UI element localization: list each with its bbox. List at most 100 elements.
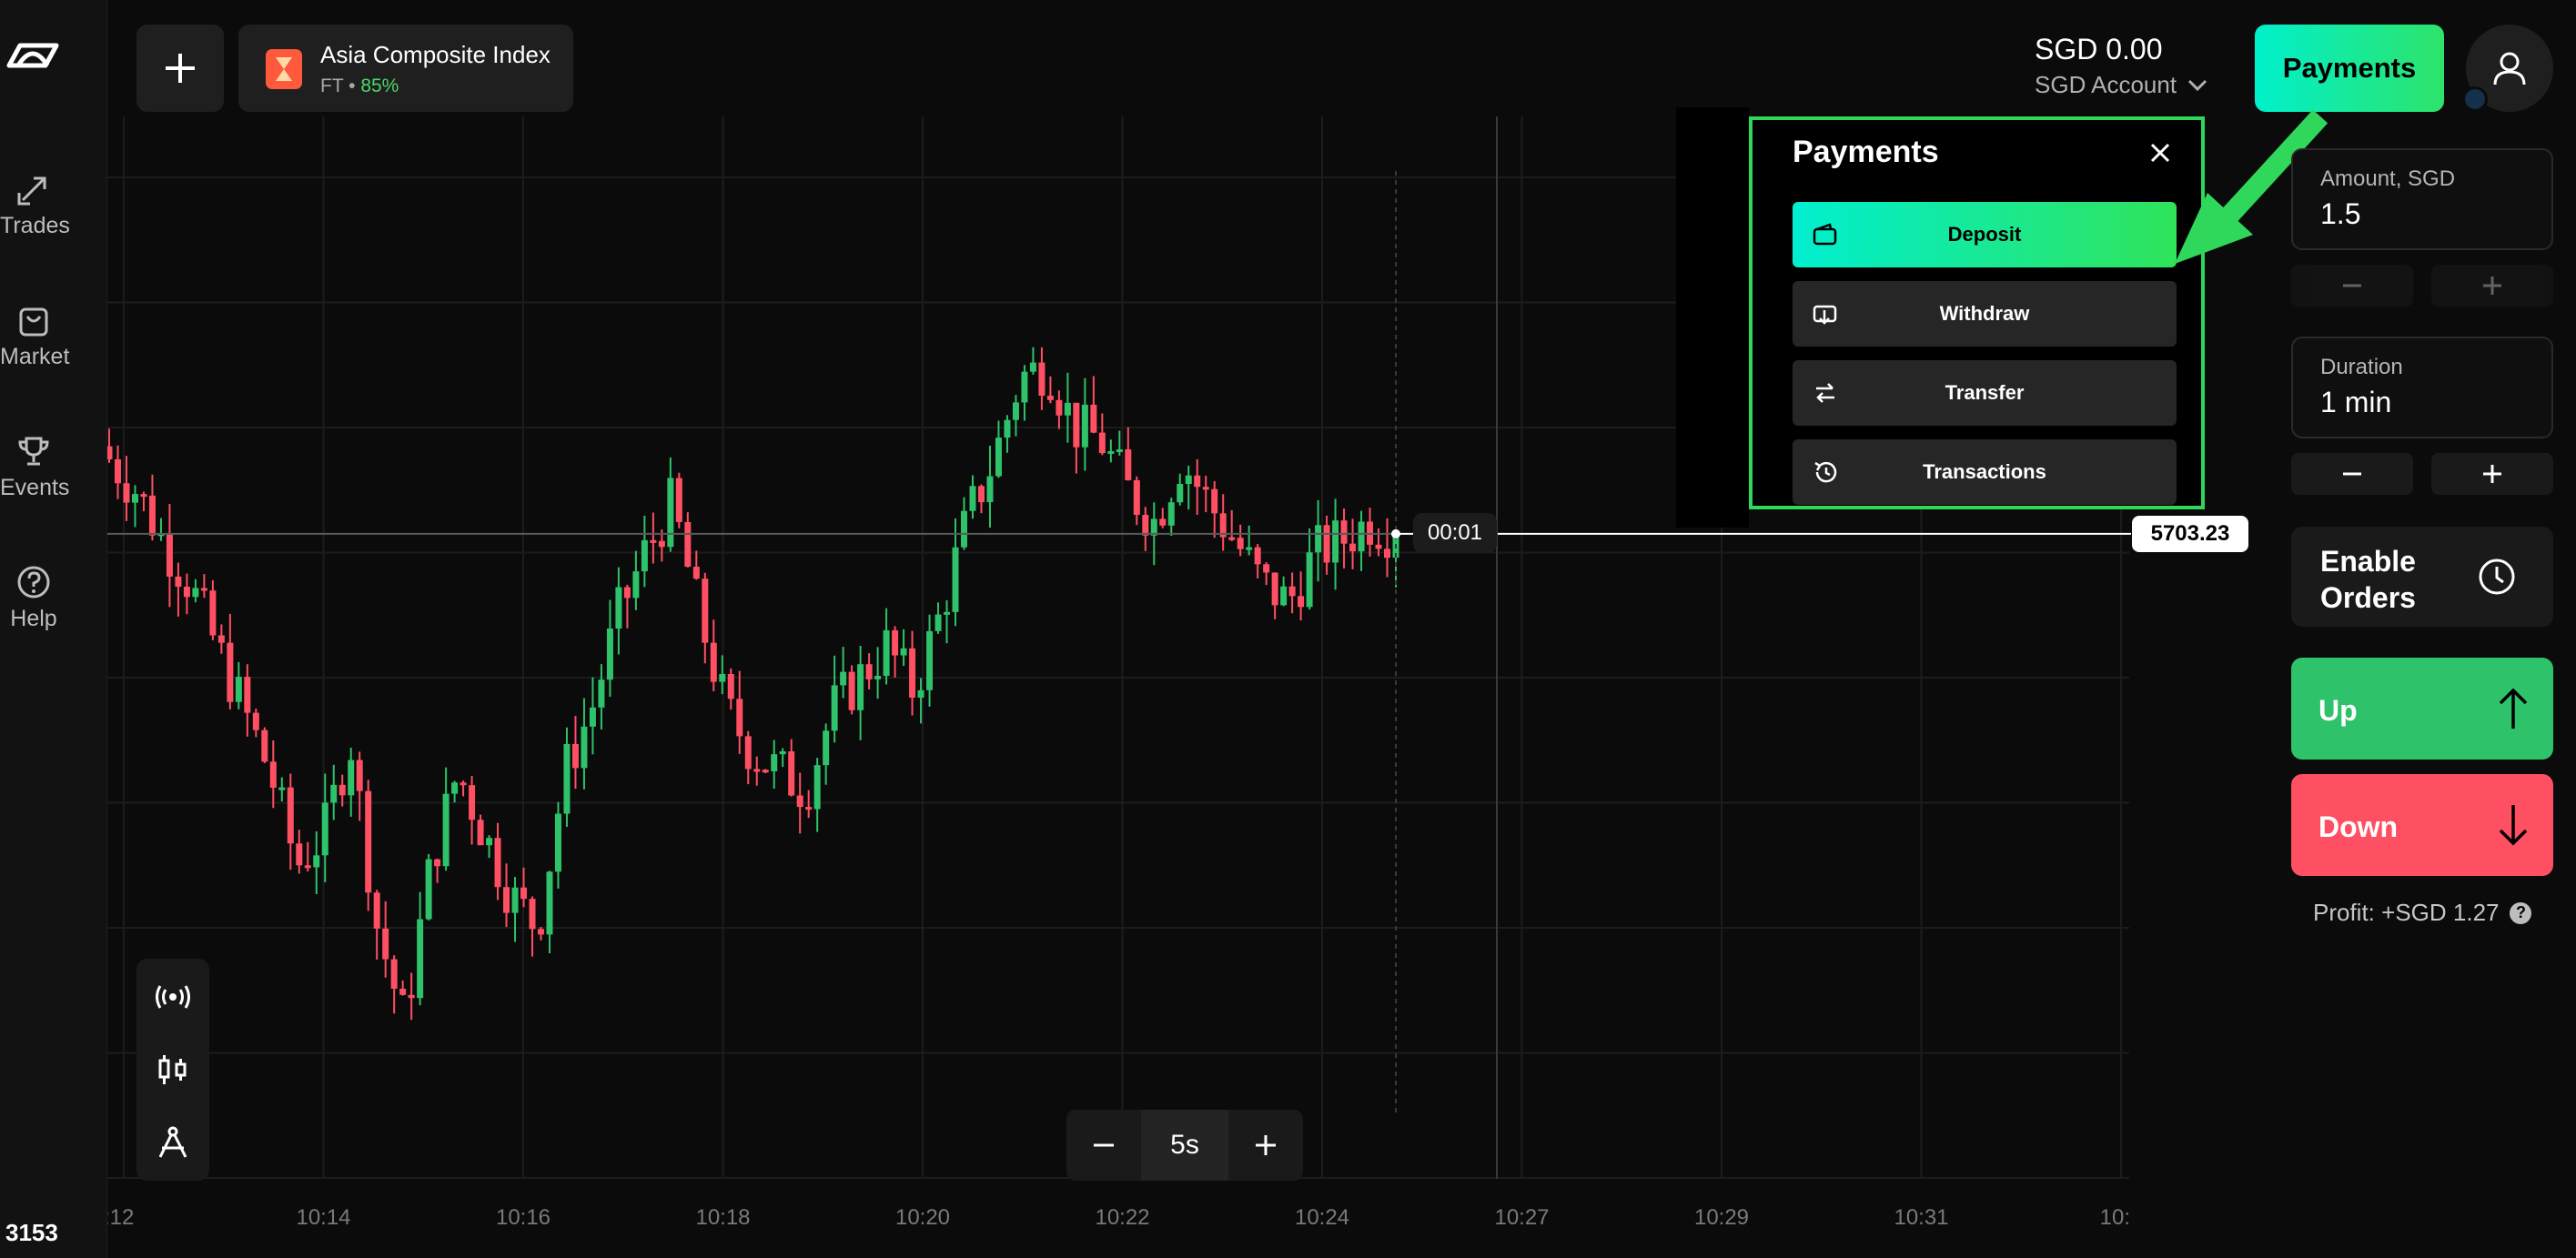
candle-body (477, 820, 484, 846)
sidebar-item-market[interactable]: Market (0, 302, 70, 370)
candle-body (1246, 547, 1253, 550)
zoom-out-button[interactable] (1066, 1110, 1141, 1181)
transfer-label: Transfer (1945, 381, 2025, 404)
candle-body (373, 892, 380, 929)
app-root: Trades Market Events Help 3153 Asia Comp… (0, 0, 2576, 1258)
candle-body (684, 521, 692, 568)
amount-label: Amount, SGD (2320, 166, 2456, 191)
candle-body (1090, 404, 1097, 433)
candle-body (736, 699, 743, 737)
candle-body (952, 547, 959, 612)
duration-increase-button[interactable] (2431, 453, 2553, 495)
signals-tool-button[interactable] (136, 961, 209, 1033)
candle-body (338, 784, 346, 796)
candle-body (1288, 586, 1296, 597)
amount-field[interactable]: Amount, SGD 1.5 (2291, 148, 2553, 250)
zoom-in-button[interactable] (1228, 1110, 1303, 1181)
candle-body (1125, 448, 1132, 480)
candle-body (823, 730, 830, 766)
payments-panel: Payments Deposit Withdraw Transfer Trans… (1749, 116, 2205, 509)
brand-logo-icon[interactable] (4, 40, 62, 71)
candle-body (779, 750, 786, 755)
account-selector[interactable]: SGD Account (2035, 71, 2207, 99)
transactions-button[interactable]: Transactions (1793, 439, 2177, 505)
candle-body (469, 785, 476, 820)
candle-body (494, 838, 501, 888)
avatar-status-badge (2462, 86, 2488, 112)
candle-body (529, 899, 536, 930)
timeframe-value: 5s (1141, 1110, 1228, 1181)
candle-body (537, 929, 544, 935)
candle-body (831, 685, 838, 731)
candle-body (909, 648, 916, 698)
amount-decrease-button[interactable] (2291, 265, 2413, 307)
candle-body (658, 540, 665, 548)
current-price-tag: 5703.23 (2132, 516, 2248, 552)
account-balance: SGD 0.00 (2035, 33, 2163, 65)
candle-body (848, 671, 855, 710)
candle-body (762, 770, 769, 773)
candle-body (1358, 521, 1365, 552)
candle-body (702, 579, 709, 643)
candle-body (623, 587, 631, 599)
candle-body (131, 494, 138, 503)
arrow-down-icon (2499, 805, 2528, 846)
add-asset-button[interactable] (136, 25, 224, 112)
amount-increase-button[interactable] (2431, 265, 2553, 307)
x-tick-label: 10:29 (1694, 1205, 1749, 1230)
x-tick-label: 10:22 (1095, 1205, 1149, 1230)
x-tick-label: 10:16 (496, 1205, 551, 1230)
sidebar-item-label: Market (0, 344, 70, 369)
candle-body (615, 587, 622, 629)
duration-decrease-button[interactable] (2291, 453, 2413, 495)
candle-body (1323, 525, 1330, 563)
candle-body (1228, 537, 1236, 540)
candle-body (961, 510, 968, 548)
price-dot (1391, 528, 1400, 538)
sidebar-item-events[interactable]: Events (0, 433, 69, 501)
withdraw-icon (1813, 305, 1837, 325)
candle-body (1046, 396, 1054, 400)
candle-body (356, 760, 363, 791)
candle-body (1056, 399, 1063, 416)
asset-hourglass-icon (266, 49, 302, 89)
question-mark-icon[interactable]: ? (2510, 901, 2532, 924)
candle-body (244, 677, 251, 713)
candle-body (589, 707, 596, 727)
candle-body (1263, 564, 1270, 573)
panel-backdrop (1676, 107, 1749, 528)
deposit-label: Deposit (1947, 223, 2022, 246)
withdraw-button[interactable]: Withdraw (1793, 281, 2177, 347)
down-button[interactable]: Down (2291, 774, 2553, 876)
candle-body (1021, 371, 1028, 403)
wallet-icon (1813, 223, 1837, 246)
help-circle-icon (17, 566, 50, 599)
candle-body (788, 750, 795, 796)
user-icon (2493, 52, 2526, 86)
up-button[interactable]: Up (2291, 658, 2553, 760)
chart-type-button[interactable] (136, 1033, 209, 1106)
sidebar-item-help[interactable]: Help (0, 564, 67, 632)
candle-body (1064, 402, 1071, 416)
candle-body (1159, 518, 1167, 526)
left-sidebar: Trades Market Events Help 3153 (0, 0, 107, 1258)
candle-body (451, 782, 459, 794)
candle-body (1029, 362, 1036, 372)
deposit-button[interactable]: Deposit (1793, 202, 2177, 267)
candle-body (1237, 538, 1244, 549)
transfer-button[interactable]: Transfer (1793, 360, 2177, 426)
candle-body (1073, 402, 1080, 448)
duration-field[interactable]: Duration 1 min (2291, 337, 2553, 438)
candle-body (632, 571, 640, 599)
sidebar-item-trades[interactable]: Trades (0, 171, 70, 239)
enable-orders-button[interactable]: Enable Orders (2291, 527, 2553, 627)
drawing-tools-button[interactable] (136, 1106, 209, 1179)
plus-icon (2483, 465, 2501, 483)
asset-selector[interactable]: Asia Composite Index FT • 85% (238, 25, 573, 112)
candle-body (969, 486, 976, 511)
payments-button[interactable]: Payments (2255, 25, 2444, 112)
candle-body (995, 438, 1002, 477)
candle-body (287, 787, 294, 844)
candle-body (934, 614, 942, 631)
candle-body (813, 765, 821, 810)
